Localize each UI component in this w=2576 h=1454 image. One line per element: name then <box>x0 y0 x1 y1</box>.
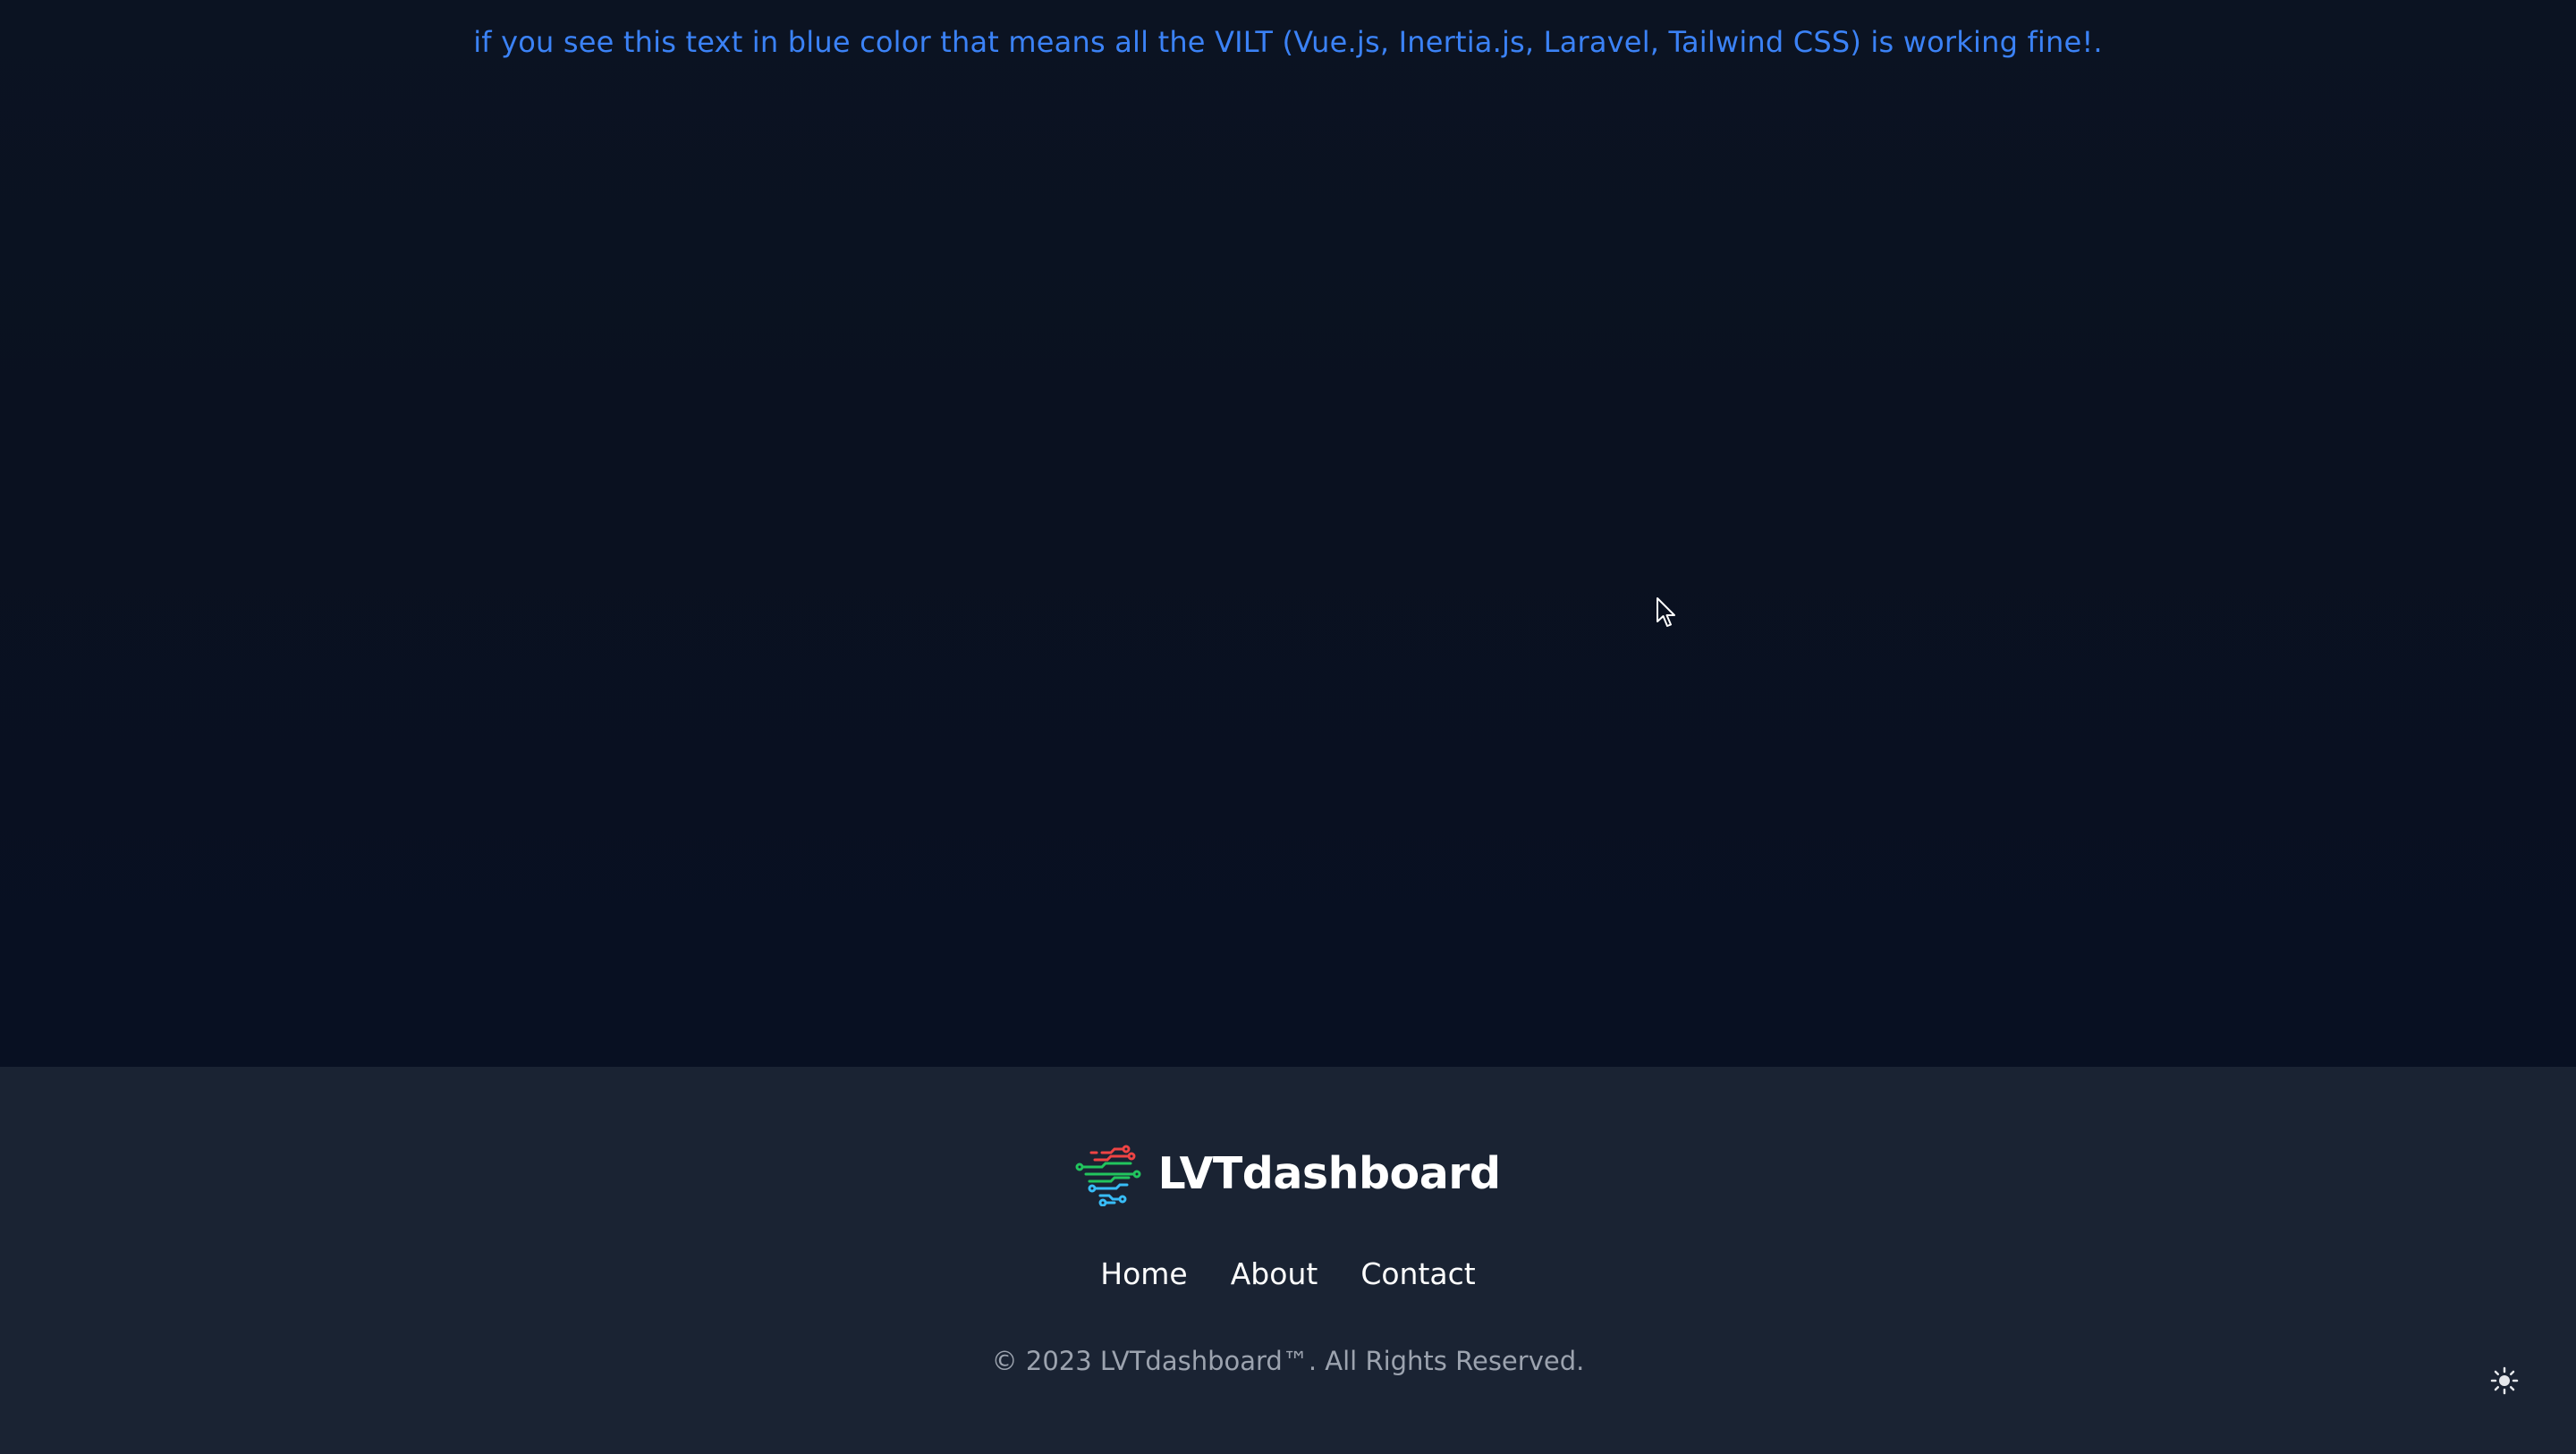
footer-nav: Home About Contact <box>0 1254 2576 1295</box>
theme-toggle-button[interactable] <box>2487 1363 2522 1399</box>
footer-nav-home[interactable]: Home <box>1100 1254 1187 1295</box>
copyright-text: © 2023 LVTdashboard™. All Rights Reserve… <box>991 1346 1585 1376</box>
page: if you see this text in blue color that … <box>0 0 2576 1454</box>
circuit-logo-icon <box>1075 1145 1141 1206</box>
footer-brand[interactable]: LVTdashboard <box>0 1140 2576 1206</box>
brand-name: LVTdashboard <box>1157 1147 1501 1199</box>
footer-nav-about[interactable]: About <box>1231 1254 1318 1295</box>
mouse-cursor-icon <box>1657 597 1675 627</box>
footer-nav-contact[interactable]: Contact <box>1360 1254 1475 1295</box>
status-notice: if you see this text in blue color that … <box>473 25 2103 59</box>
sun-icon <box>2490 1366 2519 1395</box>
main-content: if you see this text in blue color that … <box>0 0 2576 1067</box>
